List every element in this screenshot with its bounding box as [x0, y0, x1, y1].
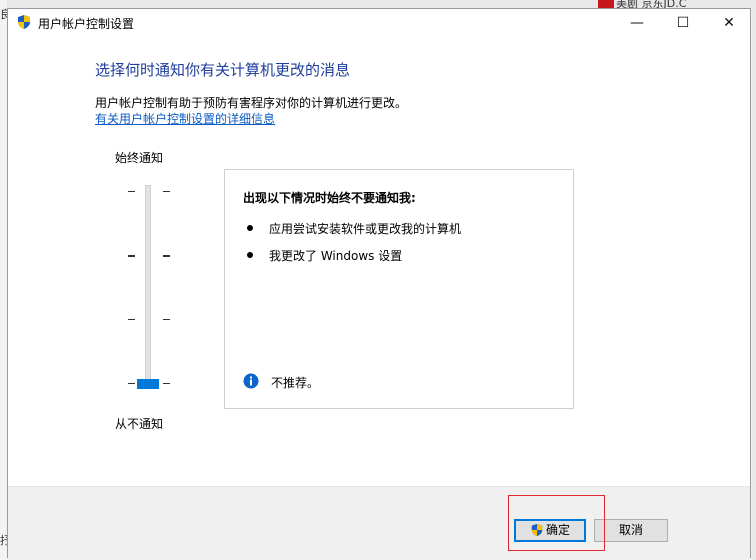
ok-button-label: 确定	[545, 523, 570, 537]
bullet-icon	[247, 225, 253, 231]
uac-shield-icon	[531, 523, 543, 537]
uac-settings-window: 用户帐户控制设置 — ☐ ✕ 选择何时通知你有关计算机更改的消息 用户帐户控制有…	[7, 8, 751, 558]
bullet-icon	[247, 252, 253, 258]
background-taskbar-label: 美剧 京东JD.C	[616, 0, 687, 8]
cancel-button[interactable]: 取消	[594, 519, 668, 542]
title-bar[interactable]: 用户帐户控制设置 — ☐ ✕	[8, 9, 750, 37]
slider-bottom-label: 从不通知	[115, 417, 164, 431]
slider-tick	[128, 255, 135, 257]
slider-tick	[163, 383, 170, 384]
slider-tick	[163, 255, 170, 257]
slider-tick	[128, 319, 135, 320]
ok-button[interactable]: 确定	[514, 519, 586, 542]
notify-level-slider-track[interactable]	[145, 185, 151, 386]
slider-tick	[128, 191, 135, 192]
maximize-button[interactable]: ☐	[660, 9, 706, 37]
slider-tick	[163, 191, 170, 192]
background-right-strip	[752, 8, 756, 560]
panel-title: 出现以下情况时始终不要通知我:	[243, 191, 416, 205]
slider-tick	[163, 319, 170, 320]
uac-details-link[interactable]: 有关用户帐户控制设置的详细信息	[95, 110, 275, 127]
slider-top-label: 始终通知	[115, 151, 164, 165]
page-description: 用户帐户控制有助于预防有害程序对你的计算机进行更改。	[95, 96, 408, 110]
uac-shield-icon	[18, 15, 30, 29]
jd-logo-icon	[598, 0, 614, 8]
slider-tick	[128, 383, 135, 384]
minimize-button[interactable]: —	[614, 9, 660, 37]
window-title: 用户帐户控制设置	[38, 17, 135, 31]
panel-item: 我更改了 Windows 设置	[269, 249, 403, 263]
info-icon	[243, 373, 259, 389]
background-left-strip: 良 抒	[0, 0, 11, 560]
notify-level-slider-thumb[interactable]	[137, 379, 159, 389]
close-button[interactable]: ✕	[706, 9, 752, 37]
panel-note: 不推荐。	[271, 376, 320, 390]
page-heading: 选择何时通知你有关计算机更改的消息	[95, 61, 351, 79]
background-taskbar-text: 美剧 京东JD.C	[596, 0, 686, 8]
panel-item: 应用尝试安装软件或更改我的计算机	[269, 222, 462, 236]
level-description-panel: 出现以下情况时始终不要通知我: 应用尝试安装软件或更改我的计算机 我更改了 Wi…	[224, 169, 574, 409]
